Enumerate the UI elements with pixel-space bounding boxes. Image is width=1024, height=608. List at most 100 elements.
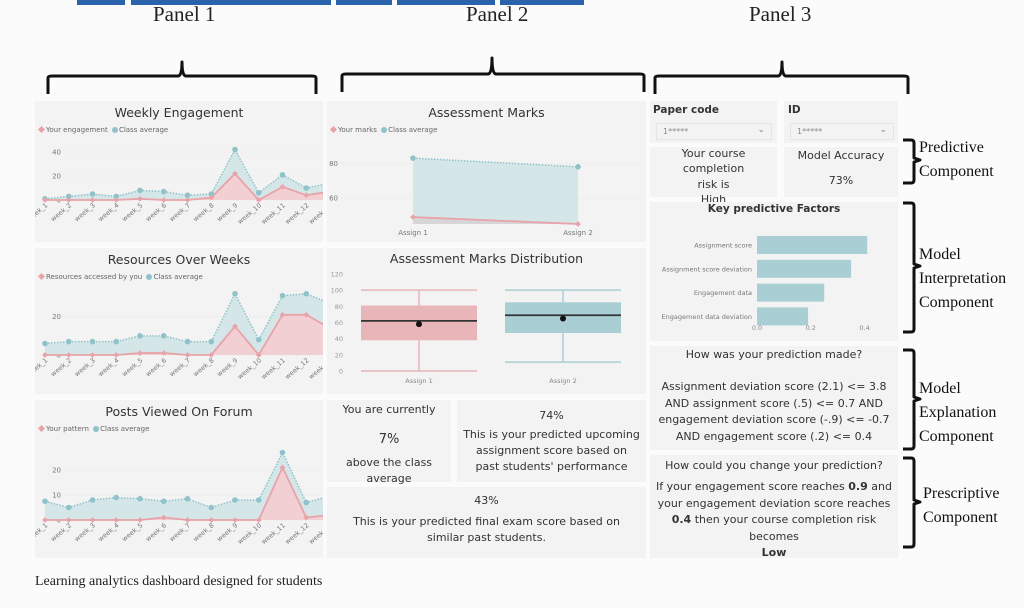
x-tick-label: week_1 — [35, 521, 49, 543]
class-average-point — [113, 494, 120, 501]
x-tick-label: week_3 — [73, 201, 97, 223]
kpi-text: This is your predicted upcoming assignme… — [463, 428, 640, 473]
y-tick-label: Engagement data — [694, 289, 752, 297]
x-tick-label: week_3 — [73, 521, 97, 543]
x-tick-label: week_8 — [192, 521, 216, 543]
y-tick-label: 120 — [331, 271, 343, 279]
mean-point — [560, 315, 566, 322]
x-tick-label: week_11 — [260, 201, 287, 226]
y-tick-label: 60 — [329, 195, 338, 203]
header-bar-segment — [336, 0, 392, 5]
posts-viewed-card: Posts Viewed On Forum Your pattern Class… — [35, 400, 323, 558]
weekly-engagement-card: Weekly Engagement Your engagement Class … — [35, 101, 323, 242]
class-average-point — [89, 497, 96, 503]
x-tick-label: week_10 — [236, 201, 263, 226]
label-line: Interpretation — [919, 270, 1007, 287]
marks-distribution-card: Assessment Marks Distribution 0 20 40 60 80 1… — [327, 248, 646, 394]
y-tick-label: Assignment score — [694, 242, 752, 250]
panel-3-brace — [653, 60, 910, 94]
y-tick-label: 20 — [52, 173, 61, 181]
id-label: ID — [788, 104, 801, 116]
class-average-point — [232, 290, 238, 297]
x-tick-label: week_10 — [236, 521, 263, 546]
class-average-point — [255, 497, 262, 503]
x-tick-label: Assign 2 — [549, 377, 576, 385]
prescriptive-fragment: then your course completion risk becomes — [691, 513, 877, 543]
x-tick-label: week_13 — [307, 356, 323, 381]
kpi-line: above the class average — [345, 456, 433, 485]
x-tick-label: 0.4 — [859, 324, 869, 332]
paper-code-dropdown[interactable]: 1***** ⌄ — [656, 123, 772, 140]
class-average-point — [255, 336, 262, 343]
class-average-point — [279, 449, 286, 456]
prescriptive-brace — [903, 456, 922, 549]
label-line: Component — [923, 509, 998, 526]
class-average-point — [89, 338, 96, 345]
chevron-down-icon: ⌄ — [879, 125, 887, 135]
class-average-point — [65, 338, 72, 345]
class-average-point — [232, 497, 238, 503]
factor-bar — [757, 307, 809, 326]
class-average-point — [255, 190, 262, 196]
x-tick-label: week_8 — [192, 201, 216, 223]
class-average-point — [184, 192, 191, 198]
label-line: Prescriptive — [923, 485, 1000, 502]
y-tick-label: 80 — [329, 160, 338, 168]
x-tick-label: week_4 — [97, 356, 121, 378]
kpi-value: 43% — [474, 494, 499, 507]
y-tick-label: 20 — [52, 313, 61, 321]
id-dropdown[interactable]: 1***** ⌄ — [790, 123, 894, 140]
x-tick-label: week_12 — [283, 521, 310, 546]
x-tick-label: Assign 1 — [405, 377, 432, 385]
y-tick-label: Assignment score deviation — [662, 265, 752, 273]
class-average-point — [575, 164, 581, 170]
x-tick-label: week_1 — [35, 356, 49, 378]
prescriptive-fragment: If your engagement score reaches — [656, 480, 849, 493]
kpi-text: This is your predicted final exam score … — [353, 515, 620, 544]
x-tick-label: week_6 — [144, 521, 168, 543]
class-compare-card: You are currently 7% above the class ave… — [327, 400, 451, 485]
class-average-point — [303, 185, 310, 191]
prescriptive-component-label: Prescriptive Component — [923, 482, 999, 530]
panel-2-brace — [340, 56, 646, 92]
class-average-point — [184, 495, 191, 502]
risk-line: Your course completion — [681, 147, 746, 176]
class-average-point — [303, 290, 310, 297]
class-average-point — [160, 188, 167, 195]
chevron-down-icon: ⌄ — [757, 125, 765, 135]
class-average-point — [65, 504, 72, 511]
label-line: Component — [919, 428, 994, 445]
panel-1-brace — [46, 60, 318, 94]
x-tick-label: week_12 — [283, 201, 310, 226]
y-tick-label: 60 — [335, 319, 343, 327]
class-average-point — [137, 333, 143, 339]
x-tick-label: week_12 — [283, 356, 310, 381]
mean-point — [416, 321, 422, 328]
id-value: 1***** — [797, 127, 823, 136]
class-average-point — [42, 340, 48, 347]
assessment-marks-card: Assessment Marks Your marks Class averag… — [327, 101, 646, 242]
prescriptive-text: If your engagement score reaches 0.9 and… — [652, 479, 896, 562]
key-factors-chart: Assignment score Assignment score deviati… — [662, 236, 870, 332]
y-tick-label: 100 — [331, 287, 343, 295]
kpi-value: 7% — [378, 432, 400, 447]
explanation-text: Assignment deviation score (2.1) <= 3.8 … — [658, 380, 890, 443]
predicted-exam-card: 43% This is your predicted final exam sc… — [327, 487, 646, 558]
prescriptive-card: How could you change your prediction? If… — [650, 455, 898, 559]
class-average-point — [208, 338, 215, 345]
explanation-card: How was your prediction made? Assignment… — [650, 346, 898, 450]
assessment-marks-chart: 60 80 Assign 1 Assign 2 — [329, 155, 642, 237]
kpi-line: You are currently — [342, 403, 436, 416]
class-average-point — [137, 187, 143, 194]
y-tick-label: Engagement data deviation — [662, 313, 752, 321]
header-bar-segment — [77, 0, 125, 5]
x-tick-label: week_4 — [97, 201, 121, 223]
x-tick-label: week_13 — [307, 201, 323, 226]
x-tick-label: week_7 — [168, 201, 192, 223]
y-tick-label: 0 — [339, 368, 343, 376]
target-engagement-score: 0.9 — [848, 480, 868, 493]
predictive-brace — [903, 138, 922, 185]
y-tick-label: 20 — [52, 467, 61, 475]
x-tick-label: week_5 — [120, 201, 144, 223]
class-average-point — [137, 495, 143, 502]
